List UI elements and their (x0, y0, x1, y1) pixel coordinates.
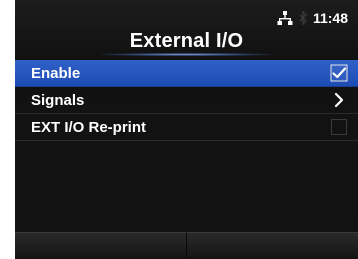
title-underline (101, 53, 271, 56)
chevron-right-icon (334, 92, 344, 108)
signals-chevron (330, 91, 348, 109)
clock-time: 11:48 (312, 10, 348, 26)
menu-item-label: Enable (31, 64, 81, 82)
status-bar: 11:48 (277, 8, 348, 28)
lcd-panel: 11:48 External I/O Enable Signals EXT I/… (15, 0, 358, 259)
menu-item-ext-io-reprint[interactable]: EXT I/O Re-print (15, 114, 358, 141)
enable-checkbox[interactable] (330, 64, 348, 82)
left-softkey[interactable] (15, 232, 186, 259)
device-screen: 11:48 External I/O Enable Signals EXT I/… (0, 0, 358, 259)
menu-item-label: Signals (31, 91, 85, 109)
network-icon (277, 11, 293, 25)
checkmark-icon (330, 64, 348, 82)
settings-menu: Enable Signals EXT I/O Re-print (15, 60, 358, 141)
screen-title: External I/O (129, 30, 244, 52)
right-softkey[interactable] (186, 232, 358, 259)
ext-io-reprint-checkbox[interactable] (330, 118, 348, 136)
softkey-bar (15, 232, 358, 259)
menu-item-signals[interactable]: Signals (15, 87, 358, 114)
menu-item-enable[interactable]: Enable (15, 60, 358, 87)
bluetooth-icon (299, 11, 307, 25)
checkbox-box (331, 119, 347, 135)
menu-item-label: EXT I/O Re-print (31, 118, 147, 136)
